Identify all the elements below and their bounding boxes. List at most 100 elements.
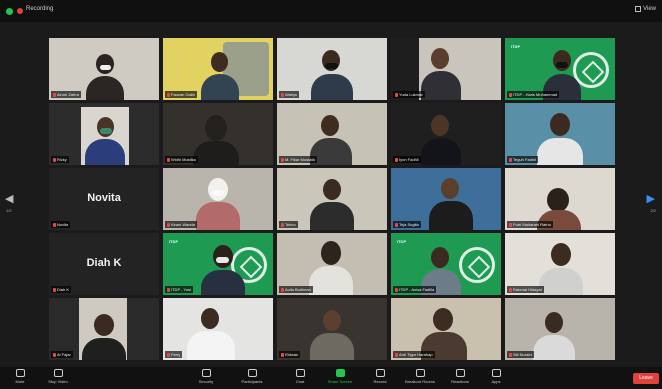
- participant-head: [96, 54, 114, 74]
- participant-tile[interactable]: ITDP ITDP - Yosi: [163, 233, 273, 295]
- participant-body: [82, 338, 126, 360]
- muted-mic-icon: [167, 157, 170, 162]
- participant-tile[interactable]: Teguh Fadhil: [505, 103, 615, 165]
- face-mask: [100, 65, 111, 70]
- participant-tile[interactable]: Putri Maharani Ratno: [505, 168, 615, 230]
- participant-display-name: Novita: [87, 192, 121, 204]
- participant-head: [547, 188, 569, 212]
- participant-head: [205, 115, 227, 141]
- breakout-rooms-button[interactable]: Breakout Rooms: [402, 369, 438, 384]
- participant-head: [97, 117, 114, 137]
- muted-mic-icon: [395, 287, 398, 292]
- participant-head: [431, 115, 449, 136]
- muted-mic-icon: [53, 352, 56, 357]
- chat-button[interactable]: Chat: [282, 369, 318, 384]
- participant-head: [431, 48, 449, 69]
- participant-head: [321, 241, 341, 265]
- participant-tile[interactable]: Ardi Tigor Harahap: [391, 298, 501, 360]
- participant-tile-no-video[interactable]: Diah K Diah K: [49, 233, 159, 295]
- participant-tile[interactable]: ITDP ITDP - Haris Muhammad: [505, 38, 615, 100]
- participant-head: [431, 247, 449, 268]
- participant-name-tag: Ardi Tigor Harahap: [393, 351, 435, 358]
- muted-mic-icon: [509, 157, 512, 162]
- participant-tile[interactable]: Ridwan: [277, 298, 387, 360]
- participant-tile[interactable]: Ferry: [163, 298, 273, 360]
- participant-tile[interactable]: ITDP ITDP - Anisa Fadilla: [391, 233, 501, 295]
- view-button[interactable]: View: [635, 6, 656, 12]
- face-mask: [216, 257, 229, 263]
- participant-tile[interactable]: M. Fikar Mustafa: [277, 103, 387, 165]
- face-mask: [100, 128, 112, 134]
- apps-button[interactable]: Apps: [478, 369, 514, 384]
- participant-tile[interactable]: Tekno: [277, 168, 387, 230]
- participant-body: [533, 335, 575, 360]
- muted-mic-icon: [509, 222, 512, 227]
- participant-tile[interactable]: Rizky: [49, 103, 159, 165]
- mute-button[interactable]: Mute: [2, 369, 38, 384]
- participant-tile-no-video[interactable]: Novita Novita: [49, 168, 159, 230]
- participant-name-tag: Fauzan Galih: [165, 91, 197, 98]
- participant-tile-active-speaker[interactable]: Fauzan Galih: [163, 38, 273, 100]
- record-dot-icon: [17, 8, 23, 14]
- muted-mic-icon: [281, 92, 284, 97]
- share-screen-button[interactable]: Share Screen: [322, 369, 358, 384]
- participant-tile[interactable]: Wahyu: [277, 38, 387, 100]
- muted-mic-icon: [395, 222, 398, 227]
- participant-tile[interactable]: Aulia Budiman: [277, 233, 387, 295]
- next-page-arrow-icon[interactable]: ▶: [647, 192, 655, 205]
- participants-button[interactable]: Participants: [234, 369, 270, 384]
- brand-logo-icon: [459, 247, 495, 283]
- participant-name-tag: Putri Maharani Ratno: [507, 221, 553, 228]
- participant-body: [196, 202, 240, 230]
- participant-name-tag: Diah K: [51, 286, 72, 293]
- muted-mic-icon: [53, 287, 56, 292]
- participant-tile[interactable]: Yuda Lukman: [391, 38, 501, 100]
- record-button[interactable]: Record: [362, 369, 398, 384]
- participant-tile[interactable]: Al Fajar: [49, 298, 159, 360]
- muted-mic-icon: [509, 287, 512, 292]
- participant-head: [551, 243, 571, 266]
- participants-icon: [247, 369, 257, 377]
- gallery-view: Ainun Zahra Fauzan Galih Wahyu Yuda Lukm…: [0, 22, 662, 367]
- participant-tile[interactable]: Widhi Mustika: [163, 103, 273, 165]
- muted-mic-icon: [281, 287, 284, 292]
- muted-mic-icon: [509, 352, 512, 357]
- page-indicator-right: 2/2: [650, 208, 656, 213]
- participant-tile[interactable]: Iyon Fadhil: [391, 103, 501, 165]
- muted-mic-icon: [395, 92, 398, 97]
- participant-name-tag: Aulia Budiman: [279, 286, 313, 293]
- shield-icon[interactable]: [6, 8, 13, 15]
- participant-head: [545, 312, 563, 333]
- participant-body: [421, 138, 461, 165]
- participant-tile[interactable]: Teja Sugito: [391, 168, 501, 230]
- participant-body: [310, 333, 354, 360]
- muted-mic-icon: [281, 352, 284, 357]
- stop-video-button[interactable]: Stop Video: [40, 369, 76, 384]
- participant-body: [309, 266, 353, 295]
- participant-tile[interactable]: Rahmat Hidayat: [505, 233, 615, 295]
- participant-name-tag: M. Fikar Mustafa: [279, 156, 317, 163]
- participant-name-tag: ITDP - Yosi: [165, 286, 193, 293]
- grid-icon: [635, 6, 642, 12]
- muted-mic-icon: [53, 92, 56, 97]
- brand-banner: ITDP: [397, 239, 407, 244]
- participant-tile[interactable]: Siti Nuraini: [505, 298, 615, 360]
- share-screen-icon: [335, 369, 345, 377]
- muted-mic-icon: [167, 222, 170, 227]
- participant-head: [211, 52, 228, 72]
- participant-body: [85, 139, 125, 165]
- reactions-button[interactable]: Reactions: [442, 369, 478, 384]
- face-mask: [556, 62, 568, 68]
- muted-mic-icon: [281, 157, 284, 162]
- security-button[interactable]: Security: [188, 369, 224, 384]
- shield-icon: [201, 369, 211, 377]
- previous-page-arrow-icon[interactable]: ◀: [5, 192, 13, 205]
- participant-tile[interactable]: Kirani Wanda: [163, 168, 273, 230]
- participant-tile[interactable]: Ainun Zahra: [49, 38, 159, 100]
- muted-mic-icon: [167, 287, 170, 292]
- participant-body: [310, 202, 354, 230]
- meeting-top-bar: Recording View: [0, 0, 662, 22]
- leave-button[interactable]: Leave: [633, 373, 659, 384]
- participant-body: [539, 268, 583, 295]
- muted-mic-icon: [53, 222, 56, 227]
